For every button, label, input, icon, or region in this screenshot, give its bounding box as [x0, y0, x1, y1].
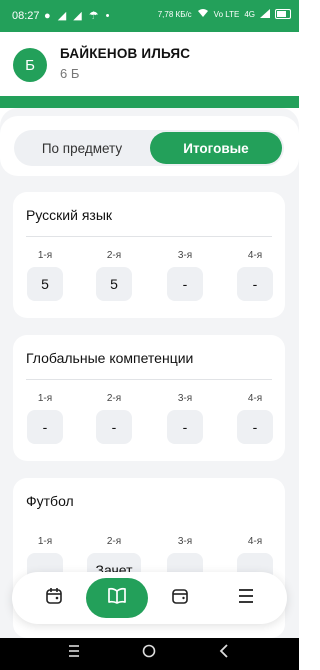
profile-header[interactable]: Б БАЙКЕНОВ ИЛЬЯС 6 Б	[0, 32, 299, 96]
system-navigation-bar	[0, 638, 299, 670]
term-column: 4-я -	[237, 393, 273, 444]
status-right-icons: 7,78 КБ/с Vo LTE 4G	[158, 8, 291, 20]
divider	[26, 379, 272, 380]
signal-icon	[260, 8, 270, 20]
grade-box[interactable]: -	[237, 267, 273, 301]
term-column: 2-я 5	[96, 250, 132, 301]
term-label: 4-я	[247, 250, 263, 261]
main-content[interactable]: По предмету Итоговые Русский язык 1-я 5 …	[0, 108, 299, 638]
menu-icon	[237, 588, 255, 609]
grades-segmented-control: По предмету Итоговые	[14, 130, 284, 166]
network-speed: 7,78 КБ/с	[157, 9, 192, 19]
bottom-navigation	[12, 572, 287, 624]
term-label: 2-я	[106, 393, 122, 404]
term-column: 1-я -	[27, 393, 63, 444]
status-bar: 08:27 ● ◢ ◢ ☂ • 7,78 КБ/с Vo LTE 4G	[0, 0, 299, 32]
battery-icon	[275, 9, 291, 19]
term-label: 4-я	[247, 393, 263, 404]
header-accent-strip	[0, 96, 299, 108]
notification-icons: ● ◢ ◢ ☂ •	[44, 10, 112, 22]
nav-menu[interactable]	[226, 578, 266, 618]
grade-box[interactable]: 5	[96, 267, 132, 301]
status-time: 08:27	[12, 10, 40, 22]
term-label: 3-я	[177, 250, 193, 261]
grade-box[interactable]: -	[96, 410, 132, 444]
wallet-icon	[171, 587, 189, 610]
term-column: 3-я -	[167, 250, 203, 301]
term-label: 2-я	[106, 250, 122, 261]
calendar-icon	[45, 587, 63, 610]
recent-apps-icon[interactable]	[68, 644, 80, 662]
grade-box[interactable]: -	[237, 410, 273, 444]
book-icon	[107, 587, 127, 610]
student-name: БАЙКЕНОВ ИЛЬЯС	[60, 46, 191, 61]
student-class: 6 Б	[60, 66, 80, 81]
subject-card-russian[interactable]: Русский язык 1-я 5 2-я 5 3-я - 4-я -	[13, 192, 285, 318]
avatar[interactable]: Б	[13, 48, 47, 82]
term-label: 1-я	[37, 250, 53, 261]
subject-title: Русский язык	[26, 207, 113, 223]
nav-journal[interactable]	[86, 578, 148, 618]
nav-calendar[interactable]	[34, 578, 74, 618]
term-column: 3-я -	[167, 393, 203, 444]
tab-final[interactable]: Итоговые	[150, 132, 282, 164]
term-label: 3-я	[177, 536, 193, 547]
term-column: 4-я -	[237, 250, 273, 301]
grade-box[interactable]: -	[167, 267, 203, 301]
term-label: 1-я	[37, 393, 53, 404]
term-label: 4-я	[247, 536, 263, 547]
nav-wallet[interactable]	[160, 578, 200, 618]
volte-label: Vo LTE	[213, 9, 240, 19]
grade-box[interactable]: 5	[27, 267, 63, 301]
segment-card: По предмету Итоговые	[0, 116, 299, 176]
tab-by-subject[interactable]: По предмету	[16, 132, 148, 164]
subject-card-global-competencies[interactable]: Глобальные компетенции 1-я - 2-я - 3-я -…	[13, 335, 285, 461]
term-column: 2-я -	[96, 393, 132, 444]
term-label: 3-я	[177, 393, 193, 404]
back-icon[interactable]	[218, 644, 230, 662]
term-label: 2-я	[106, 536, 122, 547]
grade-box[interactable]: -	[27, 410, 63, 444]
term-column: 1-я 5	[27, 250, 63, 301]
home-icon[interactable]	[142, 644, 156, 662]
signal-label: 4G	[244, 9, 255, 19]
divider	[26, 236, 272, 237]
subject-title: Глобальные компетенции	[26, 350, 194, 366]
grade-box[interactable]: -	[167, 410, 203, 444]
wifi-icon	[197, 8, 209, 20]
term-label: 1-я	[37, 536, 53, 547]
subject-title: Футбол	[26, 493, 74, 509]
